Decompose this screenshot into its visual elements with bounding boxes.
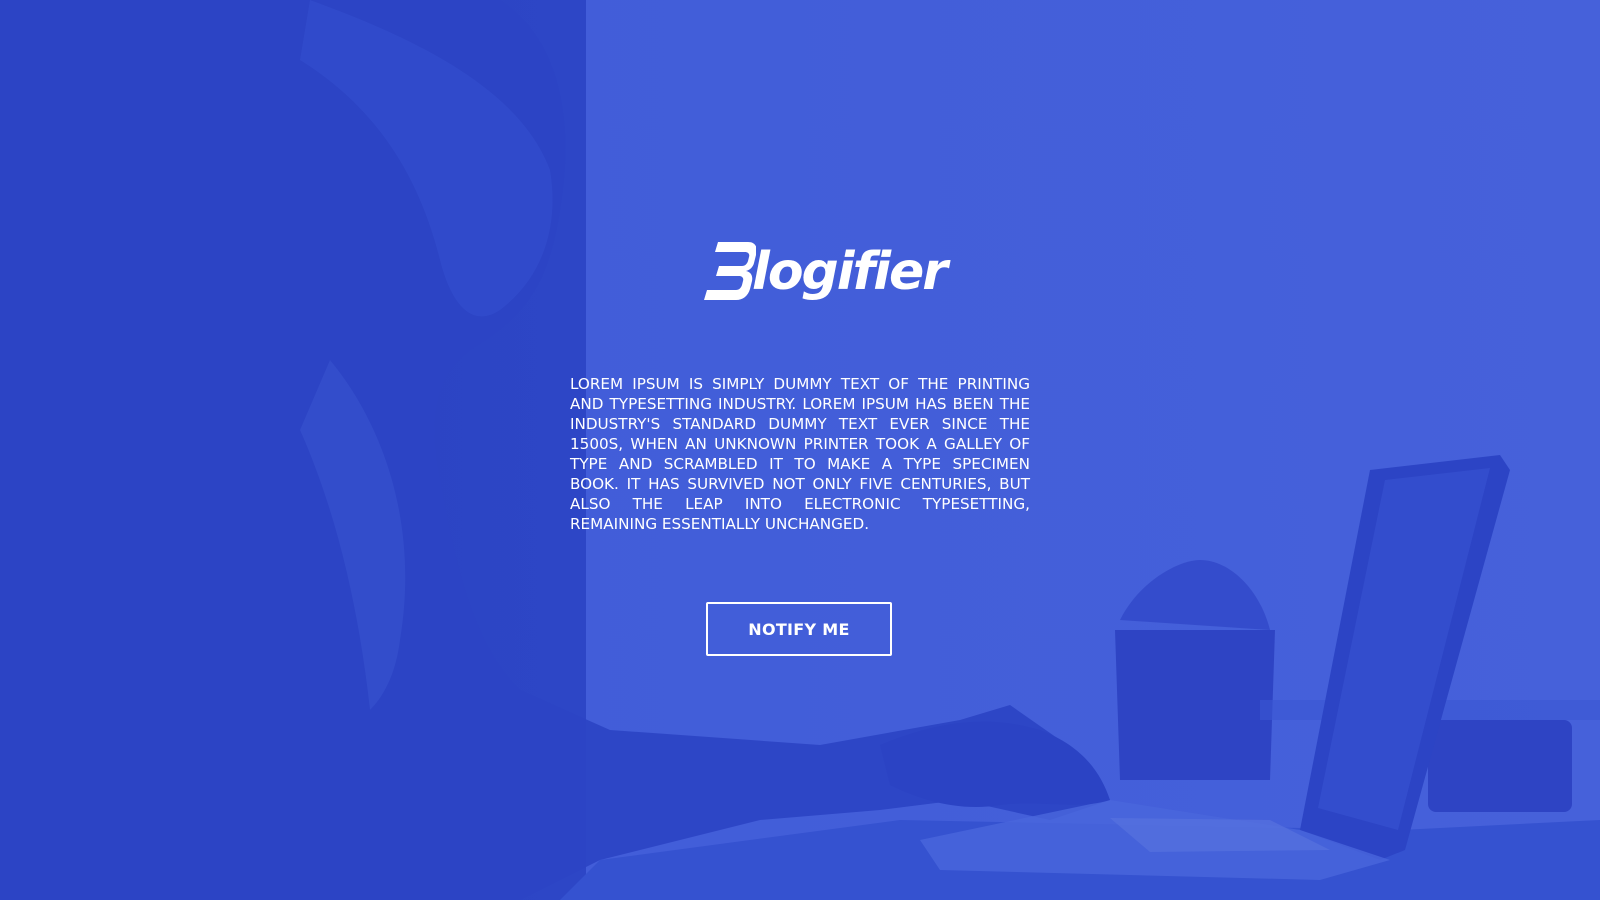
logo-wordmark: logifier <box>752 242 948 302</box>
landing-page: logifier Lorem Ipsum is simply dummy tex… <box>0 0 1600 900</box>
blogifier-logo: logifier <box>704 238 948 314</box>
notify-me-button[interactable]: NOTIFY ME <box>706 602 892 656</box>
b-logo-mark-icon <box>704 242 756 300</box>
hero-description: Lorem Ipsum is simply dummy text of the … <box>570 375 1030 533</box>
